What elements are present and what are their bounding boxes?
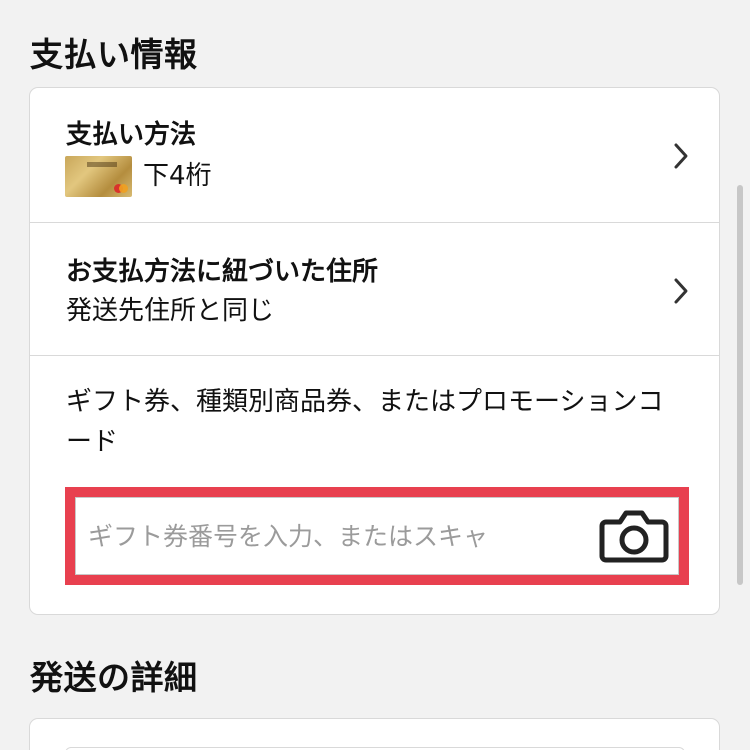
scrollbar[interactable]	[737, 185, 743, 585]
gift-card-input-box	[75, 497, 679, 575]
payment-info-card: 支払い方法 下4桁 お支払方法に紐づいた住所 発送先住所と同じ ギフト券、種類別…	[29, 87, 720, 615]
payment-info-title: 支払い情報	[30, 35, 198, 74]
billing-address-title: お支払方法に紐づいた住所	[66, 257, 379, 287]
gift-card-label: ギフト券、種類別商品券、またはプロモーションコード	[66, 387, 664, 457]
camera-icon[interactable]	[598, 506, 670, 566]
chevron-right-icon	[674, 143, 688, 169]
shipping-details-card	[29, 718, 720, 750]
credit-card-thumbnail	[65, 156, 132, 197]
gift-card-input[interactable]	[88, 498, 553, 574]
billing-address-value: 発送先住所と同じ	[66, 296, 275, 326]
gift-card-input-highlight	[65, 487, 689, 585]
card-last-digits: 下4桁	[143, 161, 212, 191]
billing-address-row[interactable]: お支払方法に紐づいた住所 発送先住所と同じ	[30, 223, 719, 356]
payment-method-row[interactable]: 支払い方法 下4桁	[30, 88, 719, 223]
chevron-right-icon	[674, 278, 688, 304]
checkout-page: 支払い情報 支払い方法 下4桁 お支払方法に紐づいた住所 発送先住所と同じ ギフ…	[0, 0, 750, 750]
shipping-details-title: 発送の詳細	[30, 658, 198, 697]
payment-method-title: 支払い方法	[66, 120, 197, 150]
